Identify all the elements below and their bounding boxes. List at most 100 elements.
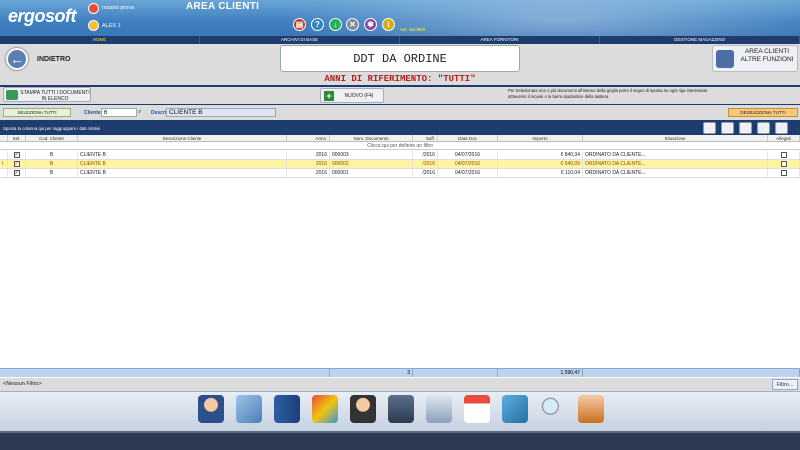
grid-rows: ✓ B CLIENTE B 2016 000003 /2016 04/07/20…: [0, 151, 800, 178]
print-all-button[interactable]: STAMPA TUTTI I DOCUMENTI IN ELENCO: [3, 87, 91, 102]
attachment-checkbox[interactable]: [768, 169, 800, 177]
company-name: ALEX 1: [102, 23, 121, 29]
cell-cod: B: [26, 169, 78, 177]
cell-num: 000002: [330, 160, 413, 168]
grid-settings-icon[interactable]: [757, 122, 770, 134]
filter-button[interactable]: Filtro...: [772, 379, 798, 390]
save-icon[interactable]: [388, 395, 414, 423]
export-excel-icon[interactable]: [703, 122, 716, 134]
status-bar: [0, 431, 800, 450]
grid-print-icon[interactable]: [739, 122, 752, 134]
row-select-checkbox[interactable]: ✓: [8, 151, 26, 159]
group-panel[interactable]: [0, 121, 800, 135]
cell-anno: 2016: [287, 151, 330, 159]
descrizione-field: CLIENTE B: [166, 108, 276, 117]
settings-icon[interactable]: [578, 395, 604, 423]
printer-icon[interactable]: ▤: [293, 18, 306, 31]
col-data[interactable]: Data Doc: [438, 135, 498, 141]
cell-desc: CLIENTE B: [78, 169, 287, 177]
close-icon[interactable]: ✕: [346, 18, 359, 31]
app-title: AREA CLIENTI: [186, 1, 260, 12]
nav-bar: HOME ARCHIVI DI BASE AREA FORNITORI GEST…: [0, 36, 800, 44]
user-icon[interactable]: [198, 395, 224, 423]
nav-fornitori[interactable]: AREA FORNITORI: [400, 36, 600, 44]
page-title: DDT DA ORDINE: [280, 45, 520, 72]
search-icon[interactable]: ⌕: [138, 108, 146, 117]
row-indicator: [0, 169, 8, 177]
row-select-checkbox[interactable]: ✓: [8, 160, 26, 168]
cell-data: 04/07/2016: [438, 151, 498, 159]
col-allegati[interactable]: Allegati: [768, 135, 800, 141]
export-pdf-icon[interactable]: [721, 122, 734, 134]
cell-cod: B: [26, 151, 78, 159]
nav-home[interactable]: HOME: [0, 36, 200, 44]
new-button[interactable]: + NUOVO (F4): [320, 88, 384, 103]
table-row[interactable]: ✓ B CLIENTE B 2016 000001 /2016 04/07/20…: [0, 169, 800, 178]
grid-layout-icon[interactable]: [775, 122, 788, 134]
attachment-checkbox[interactable]: [768, 151, 800, 159]
table-row[interactable]: ✓ B CLIENTE B 2016 000003 /2016 04/07/20…: [0, 151, 800, 160]
back-label[interactable]: INDIETRO: [37, 56, 70, 63]
cell-suff: /2016: [413, 151, 438, 159]
group-hint: Sposta la colonna qui per raggruppare i …: [3, 126, 100, 131]
cliente-input[interactable]: B: [101, 108, 137, 117]
back-button[interactable]: ←: [6, 48, 28, 70]
info-text: Per Selezionare uno o più documenti all'…: [508, 88, 708, 99]
calendar-icon[interactable]: [464, 395, 490, 423]
users-icon: [716, 50, 734, 68]
col-desc[interactable]: Descrizione Cliente: [78, 135, 287, 141]
attachment-checkbox[interactable]: [768, 160, 800, 168]
info-icon[interactable]: i: [382, 18, 395, 31]
row-count: 3: [330, 369, 413, 377]
row-indicator: I: [0, 160, 8, 168]
col-importo[interactable]: Importo: [498, 135, 583, 141]
cell-data: 04/07/2016: [438, 160, 498, 168]
user-icon: [88, 20, 99, 31]
col-situazione[interactable]: Situazione: [583, 135, 768, 141]
lock-user-icon[interactable]: [350, 395, 376, 423]
cell-anno: 2016: [287, 160, 330, 168]
deselect-all-button[interactable]: DESELEZIONA TUTTI: [728, 108, 798, 117]
tag-icon[interactable]: [502, 395, 528, 423]
col-anno[interactable]: Anno: [287, 135, 330, 141]
no-filter-label: <Nessun Filtro>: [3, 381, 42, 387]
table-row[interactable]: I ✓ B CLIENTE B 2016 000002 /2016 04/07/…: [0, 160, 800, 169]
column-headers: Sel. Cod. Cliente Descrizione Cliente An…: [0, 135, 800, 142]
col-suff[interactable]: Suff.: [413, 135, 438, 141]
nav-magazzino[interactable]: GESTIONE MAGAZZINO: [600, 36, 800, 44]
col-sel[interactable]: Sel.: [8, 135, 26, 141]
area-clienti-button[interactable]: AREA CLIENTI ALTRE FUNZIONI: [712, 45, 798, 72]
cell-situazione: ORDINATO DA CLIENTE...: [583, 169, 768, 177]
card-icon[interactable]: [236, 395, 262, 423]
cell-suff: /2016: [413, 160, 438, 168]
col-cod[interactable]: Cod. Cliente: [26, 135, 78, 141]
select-all-button[interactable]: SELEZIONA TUTTI: [3, 108, 71, 117]
cell-cod: B: [26, 160, 78, 168]
cell-suff: /2016: [413, 169, 438, 177]
cell-importo: € 640,09: [498, 160, 583, 168]
help-icon[interactable]: ?: [311, 18, 324, 31]
box-icon[interactable]: [312, 395, 338, 423]
cell-situazione: ORDINATO DA CLIENTE...: [583, 160, 768, 168]
download-icon[interactable]: ↓: [329, 18, 342, 31]
reference-years: ANNI DI RIFERIMENTO: "TUTTI": [324, 74, 476, 84]
search-icon[interactable]: [540, 395, 566, 423]
app-logo: ergosoft: [8, 6, 77, 26]
cell-num: 000003: [330, 151, 413, 159]
row-indicator: [0, 151, 8, 159]
nav-archivi[interactable]: ARCHIVI DI BASE: [200, 36, 400, 44]
cell-importo: € 840,34: [498, 151, 583, 159]
printer-icon[interactable]: [426, 395, 452, 423]
version-label: Ver. 16.0600: [400, 27, 426, 32]
binder-icon[interactable]: [274, 395, 300, 423]
filter-row[interactable]: Clicca qui per definire un filtro: [0, 142, 800, 150]
home-icon[interactable]: [88, 3, 99, 14]
row-select-checkbox[interactable]: ✓: [8, 169, 26, 177]
col-num[interactable]: Num. Documento: [330, 135, 413, 141]
cell-desc: CLIENTE B: [78, 151, 287, 159]
settings-icon[interactable]: ✱: [364, 18, 377, 31]
printer-icon: [6, 90, 18, 100]
cell-data: 04/07/2016: [438, 169, 498, 177]
area-clienti-label: AREA CLIENTI ALTRE FUNZIONI: [740, 48, 794, 63]
print-all-label: STAMPA TUTTI I DOCUMENTI IN ELENCO: [20, 90, 90, 102]
